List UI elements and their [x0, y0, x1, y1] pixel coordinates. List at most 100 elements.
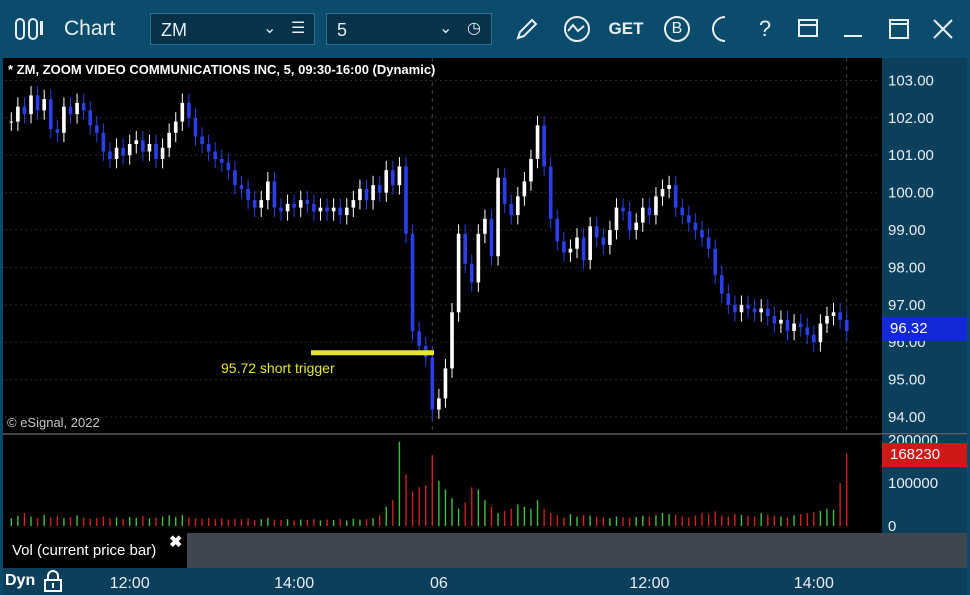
candle-body	[121, 147, 125, 156]
candle-body	[496, 177, 500, 257]
time-tick-label: 12:00	[110, 575, 150, 592]
candle-body	[542, 125, 546, 167]
candle-body	[746, 304, 750, 309]
candle-body	[437, 398, 441, 410]
candle-body	[88, 110, 93, 126]
candle-body	[62, 106, 66, 133]
candle-body	[226, 162, 231, 171]
chart-window: Chart ZM ⌄ ☰ 5 ⌄ ◷ GET B ? 103.00 102.00…	[0, 0, 970, 595]
last-price-badge: 96.32	[882, 317, 967, 341]
candle-body	[68, 106, 73, 115]
candle-body	[779, 319, 783, 324]
candle-body	[430, 357, 435, 410]
candle-body	[285, 203, 290, 212]
candle-body	[739, 304, 744, 313]
candle-body	[825, 316, 829, 324]
candle-body	[94, 125, 99, 133]
time-tick-label: 14:00	[274, 575, 314, 592]
candle-body	[476, 233, 481, 283]
candle-body	[180, 102, 185, 122]
candle-body	[127, 144, 132, 156]
candle-body	[338, 207, 343, 216]
candle-body	[798, 323, 803, 328]
candle-body	[259, 200, 264, 208]
candle-body	[765, 308, 770, 317]
candle-body	[548, 166, 553, 219]
candle-body	[173, 121, 178, 133]
price-tick-label: 100.00	[888, 185, 934, 202]
volume-panel-label: Vol (current price bar)	[12, 542, 157, 559]
candle-body	[588, 226, 592, 260]
candle-body	[515, 196, 520, 216]
candle-body	[325, 207, 329, 212]
candle-body	[812, 334, 816, 343]
candle-body	[594, 226, 599, 238]
candle-body	[22, 106, 27, 115]
volume-panel-close-icon[interactable]: ✖	[169, 532, 182, 552]
candle-body	[358, 188, 362, 201]
price-tick-label: 95.00	[888, 372, 926, 389]
candle-body	[318, 207, 323, 212]
candle-body	[391, 170, 395, 186]
volume-tick-label: 0	[888, 518, 896, 535]
lock-icon[interactable]	[43, 570, 63, 592]
candle-body	[48, 99, 53, 130]
candle-body	[417, 331, 421, 346]
candle-body	[792, 323, 796, 332]
dyn-label[interactable]: Dyn	[5, 572, 35, 590]
candle-body	[601, 237, 606, 245]
candle-body	[719, 274, 724, 294]
candle-body	[752, 308, 757, 313]
candle-body	[627, 211, 632, 231]
time-tick-label: 06	[430, 575, 448, 592]
candle-body	[312, 203, 316, 212]
candle-body	[298, 200, 303, 208]
candle-body	[292, 203, 296, 208]
candle-body	[581, 237, 586, 260]
candle-body	[450, 312, 454, 369]
candle-body	[680, 207, 685, 216]
candle-body	[647, 207, 652, 216]
candle-body	[206, 144, 211, 152]
candle-body	[193, 117, 198, 137]
candle-body	[700, 230, 704, 238]
candle-body	[239, 185, 244, 189]
price-tick-label: 101.00	[888, 147, 934, 164]
candle-body	[463, 233, 467, 264]
candle-body	[377, 185, 382, 193]
candle-body	[654, 196, 658, 216]
candle-body	[502, 177, 507, 204]
candle-body	[522, 181, 527, 197]
candle-body	[404, 166, 408, 234]
candle-body	[55, 129, 60, 133]
candle-body	[555, 218, 560, 242]
candle-body	[608, 230, 612, 245]
candle-body	[535, 125, 540, 159]
candle-body	[101, 132, 106, 152]
price-tick-label: 103.00	[888, 72, 934, 89]
candle-body	[75, 102, 79, 115]
candle-body	[9, 121, 14, 123]
candle-body	[443, 368, 448, 399]
candle-body	[693, 222, 698, 231]
candle-body	[200, 136, 204, 145]
candle-body	[141, 140, 145, 152]
candle-body	[219, 158, 224, 163]
candle-body	[509, 203, 514, 216]
candle-body	[614, 207, 619, 231]
candle-body	[562, 241, 566, 253]
candle-body	[483, 218, 487, 234]
price-tick-label: 94.00	[888, 409, 926, 426]
candle-body	[108, 151, 112, 159]
trigger-label: 95.72 short trigger	[221, 360, 335, 376]
candle-body	[16, 106, 20, 122]
time-tick-label: 14:00	[794, 575, 834, 592]
price-chart-svg: 103.00 102.00 101.00 100.00 99.00 98.00 97.00 9…	[3, 58, 967, 592]
candle-body	[81, 102, 86, 111]
candle-body	[469, 263, 474, 283]
candle-body	[331, 207, 336, 212]
candle-body	[351, 200, 356, 208]
candle-body	[713, 248, 717, 275]
candle-body	[134, 140, 139, 145]
candle-body	[246, 188, 250, 201]
